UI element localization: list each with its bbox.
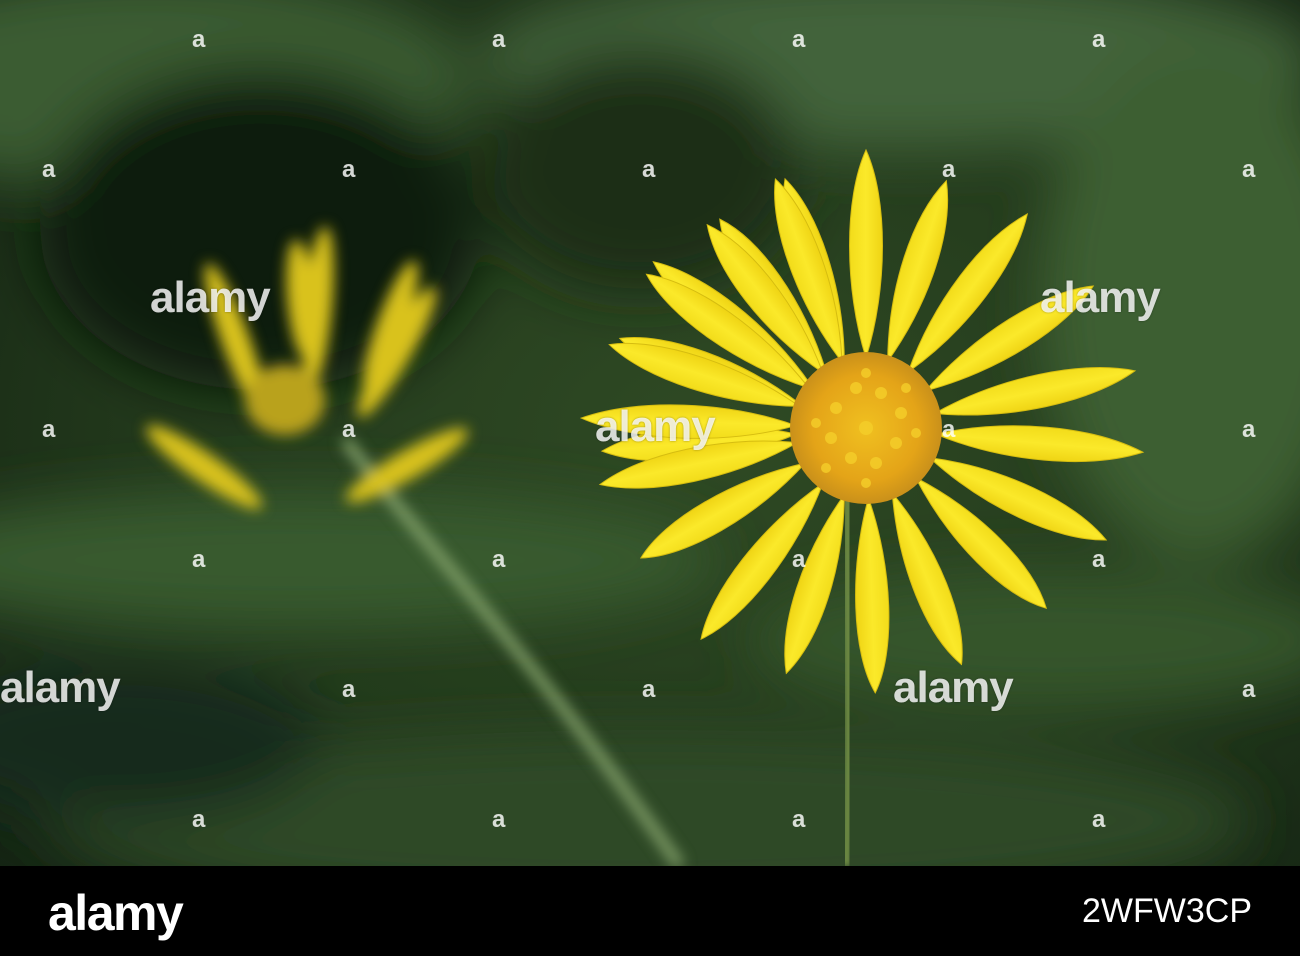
watermark-mark: a bbox=[42, 156, 56, 183]
watermark-mark: a bbox=[792, 26, 806, 53]
watermark-mark: a bbox=[1092, 26, 1106, 53]
watermark-mark: a bbox=[792, 546, 806, 573]
main-stem bbox=[841, 479, 854, 866]
watermark-mark: a bbox=[192, 26, 206, 53]
watermark-mark: a bbox=[942, 156, 956, 183]
watermark-mark: a bbox=[492, 806, 506, 833]
watermark-mark: a bbox=[492, 546, 506, 573]
watermark-text: alamy bbox=[0, 663, 121, 712]
watermark-mark: a bbox=[642, 676, 656, 703]
watermark-text: alamy bbox=[1040, 273, 1161, 322]
watermark-text: alamy bbox=[595, 402, 716, 451]
watermark-mark: a bbox=[942, 416, 956, 443]
watermark-mark: a bbox=[1092, 806, 1106, 833]
watermark-mark: a bbox=[1242, 416, 1256, 443]
watermark-mark: a bbox=[42, 416, 56, 443]
watermark-mark: a bbox=[1092, 546, 1106, 573]
watermark-text: alamy bbox=[893, 663, 1014, 712]
watermark-mark: a bbox=[192, 546, 206, 573]
watermark-mark: a bbox=[1242, 676, 1256, 703]
watermark-mark: a bbox=[342, 416, 356, 443]
watermark-mark: a bbox=[1242, 156, 1256, 183]
stock-footer-bar: alamy 2WFW3CP bbox=[0, 866, 1300, 956]
watermark-text: alamy bbox=[150, 273, 271, 322]
watermark-mark: a bbox=[792, 806, 806, 833]
brand-logo: alamy bbox=[48, 885, 184, 941]
photo-frame: alamy alamy alamy alamy alamy a a a a a … bbox=[0, 0, 1300, 956]
watermark-mark: a bbox=[492, 26, 506, 53]
watermark-mark: a bbox=[192, 806, 206, 833]
image-id-label: 2WFW3CP bbox=[1082, 892, 1252, 930]
watermark-mark: a bbox=[342, 156, 356, 183]
watermark-mark: a bbox=[642, 156, 656, 183]
watermark-mark: a bbox=[342, 676, 356, 703]
